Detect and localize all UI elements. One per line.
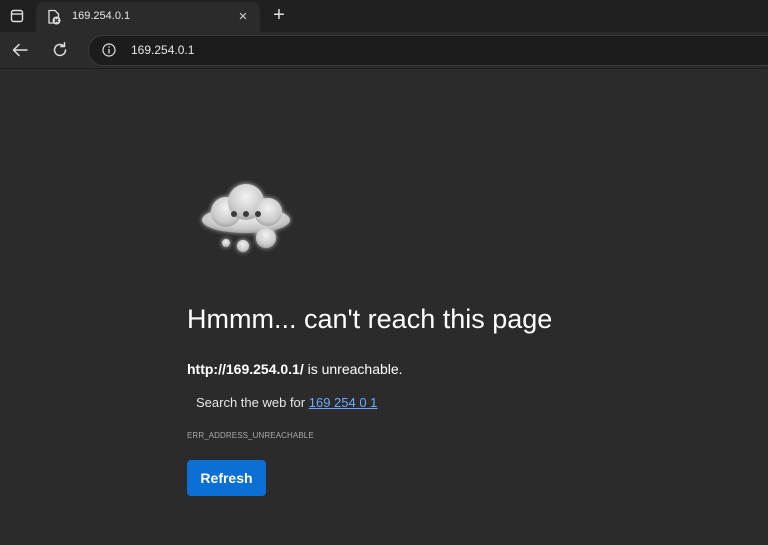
- address-url[interactable]: 169.254.0.1: [131, 43, 194, 57]
- page-error-favicon: [48, 9, 61, 25]
- tab-title: 169.254.0.1: [72, 10, 131, 22]
- refresh-icon: [53, 42, 67, 57]
- refresh-button[interactable]: [48, 38, 72, 62]
- tab-actions-icon: [10, 9, 24, 23]
- search-web-link[interactable]: 169 254 0 1: [309, 395, 378, 410]
- refresh-page-button[interactable]: Refresh: [187, 460, 266, 496]
- error-heading: Hmmm... can't reach this page: [187, 304, 553, 334]
- search-suggestion: Search the web for 169 254 0 1: [196, 395, 377, 410]
- back-arrow-icon: [12, 43, 28, 57]
- error-code: ERR_ADDRESS_UNREACHABLE: [187, 431, 314, 440]
- back-button[interactable]: [8, 38, 32, 62]
- unreachable-suffix: is unreachable.: [303, 361, 403, 377]
- info-icon[interactable]: [102, 43, 116, 57]
- tab-actions-button[interactable]: [6, 6, 28, 26]
- tab-active[interactable]: 169.254.0.1 ×: [36, 2, 260, 32]
- unreachable-message: http://169.254.0.1/ is unreachable.: [187, 361, 403, 377]
- navigation-bar: 169.254.0.1: [0, 32, 768, 69]
- address-bar[interactable]: 169.254.0.1: [88, 35, 768, 66]
- tab-close-button[interactable]: ×: [234, 8, 252, 26]
- tab-strip: 169.254.0.1 × +: [0, 0, 768, 32]
- close-icon: ×: [238, 8, 248, 25]
- unreachable-url: http://169.254.0.1/: [187, 361, 304, 377]
- new-tab-button[interactable]: +: [268, 5, 290, 27]
- search-prefix: Search the web for: [196, 395, 309, 410]
- plus-icon: +: [273, 4, 285, 26]
- thinking-cloud-icon: [202, 184, 290, 252]
